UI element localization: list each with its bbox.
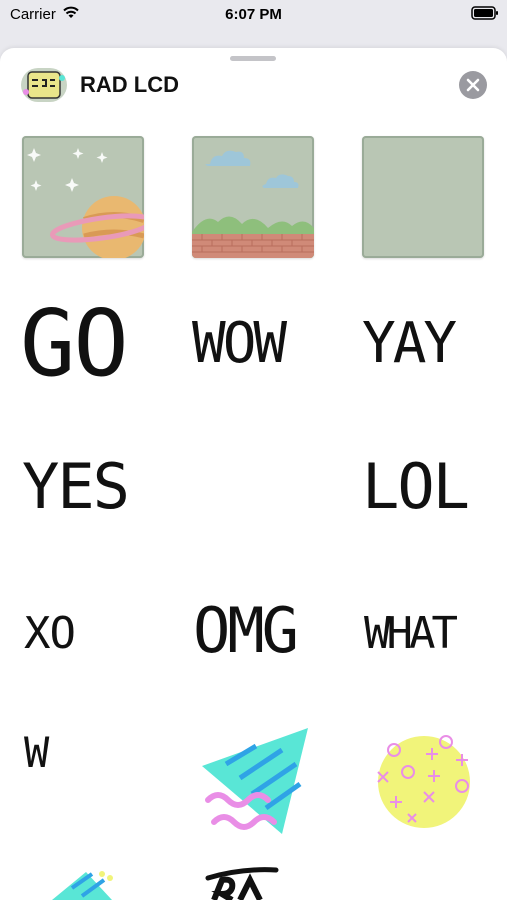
app-icon xyxy=(21,68,67,102)
planet-icon xyxy=(27,148,144,258)
sticker-lol[interactable]: LOL xyxy=(362,456,470,518)
sticker-lcd-landscape[interactable] xyxy=(192,136,314,258)
sticker-triangle-squiggle[interactable] xyxy=(196,724,312,840)
status-bar: Carrier 6:07 PM xyxy=(0,0,507,30)
close-icon xyxy=(466,78,480,92)
sticker-pattern-circle[interactable] xyxy=(372,732,476,832)
sticker-yay[interactable]: YAY xyxy=(362,316,457,372)
close-button[interactable] xyxy=(459,71,487,99)
sticker-what[interactable]: WHAT xyxy=(364,612,458,656)
sticker-wow[interactable]: WOW xyxy=(192,316,287,372)
sticker-yes[interactable]: YES xyxy=(22,456,130,518)
status-time: 6:07 PM xyxy=(225,6,282,23)
sticker-xo[interactable]: XO xyxy=(24,612,76,656)
sticker-omg[interactable]: OMG xyxy=(193,600,299,662)
sticker-w[interactable]: W xyxy=(24,732,50,774)
sticker-stripes[interactable] xyxy=(52,866,122,900)
app-title: RAD LCD xyxy=(80,72,179,97)
sticker-lcd-space[interactable] xyxy=(22,136,144,258)
landscape-icon xyxy=(192,150,314,258)
battery-icon xyxy=(471,6,498,20)
sheet-grabber[interactable] xyxy=(230,56,276,61)
sticker-lcd-blank[interactable] xyxy=(362,136,484,258)
sticker-rad-logo[interactable] xyxy=(204,866,280,900)
sticker-sheet: RAD LCD GO WOW YAY YES LOL XO OMG WHAT W xyxy=(0,48,507,900)
sticker-go[interactable]: GO xyxy=(20,298,129,390)
